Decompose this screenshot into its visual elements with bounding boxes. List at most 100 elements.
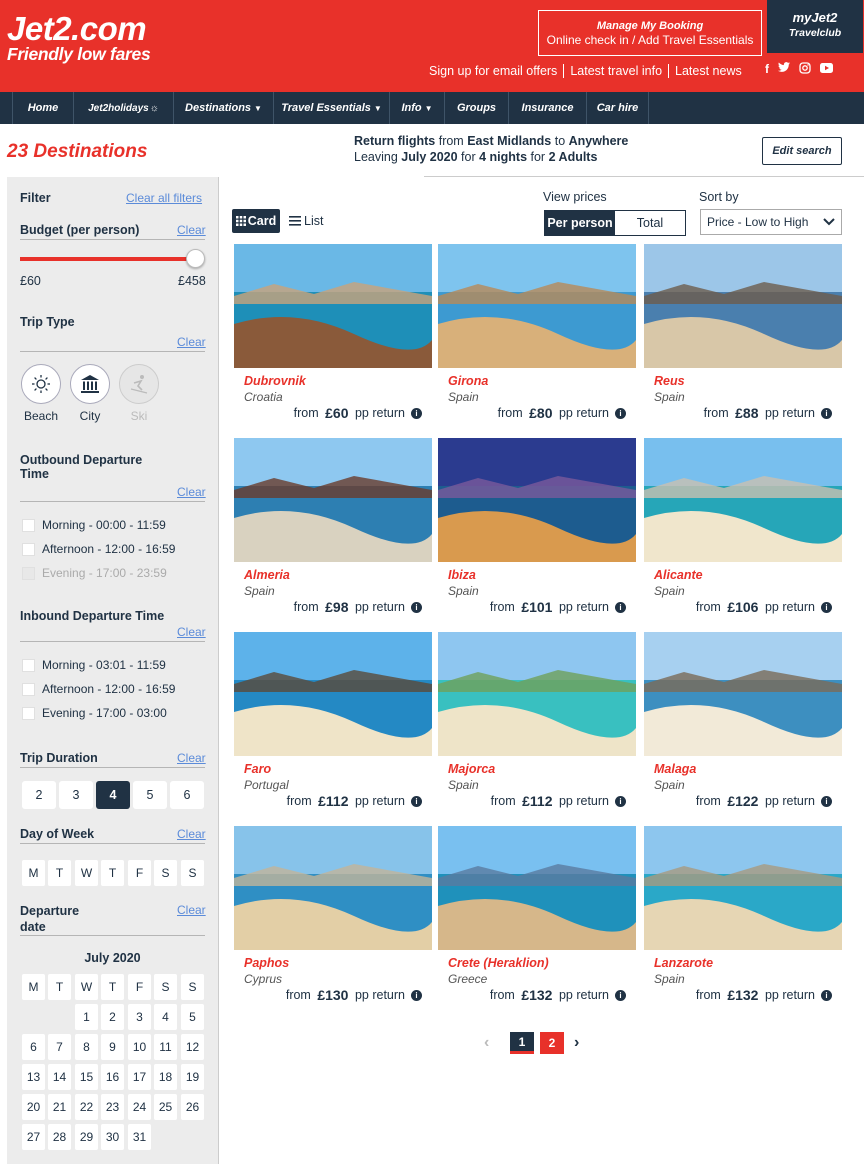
- destination-photo[interactable]: [644, 244, 842, 368]
- clear-outbound-link[interactable]: Clear: [177, 485, 206, 499]
- calendar-day[interactable]: 15: [75, 1064, 98, 1090]
- nav-car-hire[interactable]: Car hire: [587, 92, 649, 124]
- manage-booking-button[interactable]: Manage My Booking Online check in / Add …: [538, 10, 762, 56]
- day-of-week-option[interactable]: T: [101, 860, 124, 886]
- destination-photo[interactable]: [644, 438, 842, 562]
- info-icon[interactable]: i: [821, 601, 832, 613]
- calendar-day[interactable]: 8: [75, 1034, 98, 1060]
- clear-departure-date-link[interactable]: Clear: [177, 903, 206, 917]
- duration-option-selected[interactable]: 4: [96, 781, 130, 809]
- calendar-day[interactable]: 18: [154, 1064, 177, 1090]
- info-icon[interactable]: i: [615, 407, 626, 419]
- destination-name[interactable]: Crete (Heraklion): [448, 956, 549, 970]
- destination-photo[interactable]: [438, 826, 636, 950]
- latest-news-link[interactable]: Latest news: [668, 64, 748, 78]
- info-icon[interactable]: i: [821, 989, 832, 1001]
- destination-photo[interactable]: [438, 632, 636, 756]
- duration-option[interactable]: 5: [133, 781, 167, 809]
- destination-name[interactable]: Majorca: [448, 762, 495, 776]
- next-page-icon[interactable]: ›: [574, 1032, 579, 1054]
- destination-photo[interactable]: [438, 244, 636, 368]
- info-icon[interactable]: i: [615, 601, 626, 613]
- calendar-day[interactable]: 27: [22, 1124, 45, 1150]
- destination-card[interactable]: Paphos Cyprus from £130 pp return i: [234, 826, 432, 1014]
- page-1-button[interactable]: 1: [510, 1032, 534, 1054]
- page-2-button[interactable]: 2: [540, 1032, 564, 1054]
- card-view-tab[interactable]: Card: [232, 209, 280, 233]
- destination-card[interactable]: Alicante Spain from £106 pp return i: [644, 438, 842, 626]
- checkbox[interactable]: [22, 706, 35, 720]
- budget-slider-track[interactable]: [20, 257, 195, 261]
- checkbox[interactable]: [22, 542, 35, 556]
- checkbox[interactable]: [22, 658, 35, 672]
- calendar-day[interactable]: 31: [128, 1124, 151, 1150]
- destination-card[interactable]: Malaga Spain from £122 pp return i: [644, 632, 842, 820]
- calendar-day[interactable]: 11: [154, 1034, 177, 1060]
- clear-all-filters-link[interactable]: Clear all filters: [126, 191, 202, 205]
- nav-insurance[interactable]: Insurance: [509, 92, 587, 124]
- destination-card[interactable]: Reus Spain from £88 pp return i: [644, 244, 842, 432]
- clear-duration-link[interactable]: Clear: [177, 751, 206, 765]
- destination-card[interactable]: Girona Spain from £80 pp return i: [438, 244, 636, 432]
- inbound-morning-checkbox[interactable]: Morning - 03:01 - 11:59: [22, 658, 166, 672]
- total-option[interactable]: Total: [615, 211, 685, 235]
- info-icon[interactable]: i: [411, 989, 422, 1001]
- destination-name[interactable]: Dubrovnik: [244, 374, 306, 388]
- day-of-week-option[interactable]: F: [128, 860, 151, 886]
- destination-name[interactable]: Almeria: [244, 568, 290, 582]
- destination-photo[interactable]: [234, 438, 432, 562]
- day-of-week-option[interactable]: S: [154, 860, 177, 886]
- info-icon[interactable]: i: [821, 407, 832, 419]
- destination-name[interactable]: Girona: [448, 374, 488, 388]
- nav-home[interactable]: Home: [13, 92, 74, 124]
- calendar-day[interactable]: 29: [75, 1124, 98, 1150]
- calendar-day[interactable]: 28: [48, 1124, 71, 1150]
- calendar-day[interactable]: 4: [154, 1004, 177, 1030]
- calendar-day[interactable]: 26: [181, 1094, 204, 1120]
- nav-groups[interactable]: Groups: [445, 92, 509, 124]
- outbound-morning-checkbox[interactable]: Morning - 00:00 - 11:59: [22, 518, 166, 532]
- nav-travel-essentials[interactable]: Travel Essentials ▼: [274, 92, 390, 124]
- calendar-day[interactable]: 21: [48, 1094, 71, 1120]
- inbound-evening-checkbox[interactable]: Evening - 17:00 - 03:00: [22, 706, 167, 720]
- day-of-week-option[interactable]: S: [181, 860, 204, 886]
- destination-card[interactable]: Faro Portugal from £112 pp return i: [234, 632, 432, 820]
- destination-photo[interactable]: [644, 632, 842, 756]
- calendar-day[interactable]: 23: [101, 1094, 124, 1120]
- per-person-option[interactable]: Per person: [545, 211, 615, 235]
- day-of-week-option[interactable]: M: [22, 860, 45, 886]
- info-icon[interactable]: i: [411, 407, 422, 419]
- destination-photo[interactable]: [234, 632, 432, 756]
- duration-option[interactable]: 3: [59, 781, 93, 809]
- destination-name[interactable]: Reus: [654, 374, 685, 388]
- calendar-day[interactable]: 24: [128, 1094, 151, 1120]
- info-icon[interactable]: i: [615, 795, 626, 807]
- destination-card[interactable]: Lanzarote Spain from £132 pp return i: [644, 826, 842, 1014]
- destination-name[interactable]: Paphos: [244, 956, 289, 970]
- calendar-day[interactable]: 1: [75, 1004, 98, 1030]
- destination-name[interactable]: Alicante: [654, 568, 703, 582]
- travel-info-link[interactable]: Latest travel info: [563, 64, 668, 78]
- info-icon[interactable]: i: [615, 989, 626, 1001]
- nav-jet2holidays[interactable]: Jet2holidays ☼: [74, 92, 174, 124]
- calendar-day[interactable]: 30: [101, 1124, 124, 1150]
- outbound-afternoon-checkbox[interactable]: Afternoon - 12:00 - 16:59: [22, 542, 175, 556]
- destination-card[interactable]: Crete (Heraklion) Greece from £132 pp retu…: [438, 826, 636, 1014]
- destination-photo[interactable]: [438, 438, 636, 562]
- duration-option[interactable]: 2: [22, 781, 56, 809]
- myjet2-travelclub-button[interactable]: myJet2 Travelclub: [767, 0, 863, 53]
- inbound-afternoon-checkbox[interactable]: Afternoon - 12:00 - 16:59: [22, 682, 175, 696]
- calendar-day[interactable]: 9: [101, 1034, 124, 1060]
- edit-search-button[interactable]: Edit search: [762, 137, 842, 165]
- email-offers-link[interactable]: Sign up for email offers: [429, 64, 563, 78]
- facebook-icon[interactable]: f: [765, 62, 769, 77]
- destination-name[interactable]: Ibiza: [448, 568, 476, 582]
- calendar-day[interactable]: 13: [22, 1064, 45, 1090]
- calendar-day[interactable]: 7: [48, 1034, 71, 1060]
- calendar-day[interactable]: 12: [181, 1034, 204, 1060]
- calendar-day[interactable]: 14: [48, 1064, 71, 1090]
- calendar-day[interactable]: 19: [181, 1064, 204, 1090]
- destination-photo[interactable]: [644, 826, 842, 950]
- calendar-day[interactable]: 2: [101, 1004, 124, 1030]
- destination-name[interactable]: Lanzarote: [654, 956, 713, 970]
